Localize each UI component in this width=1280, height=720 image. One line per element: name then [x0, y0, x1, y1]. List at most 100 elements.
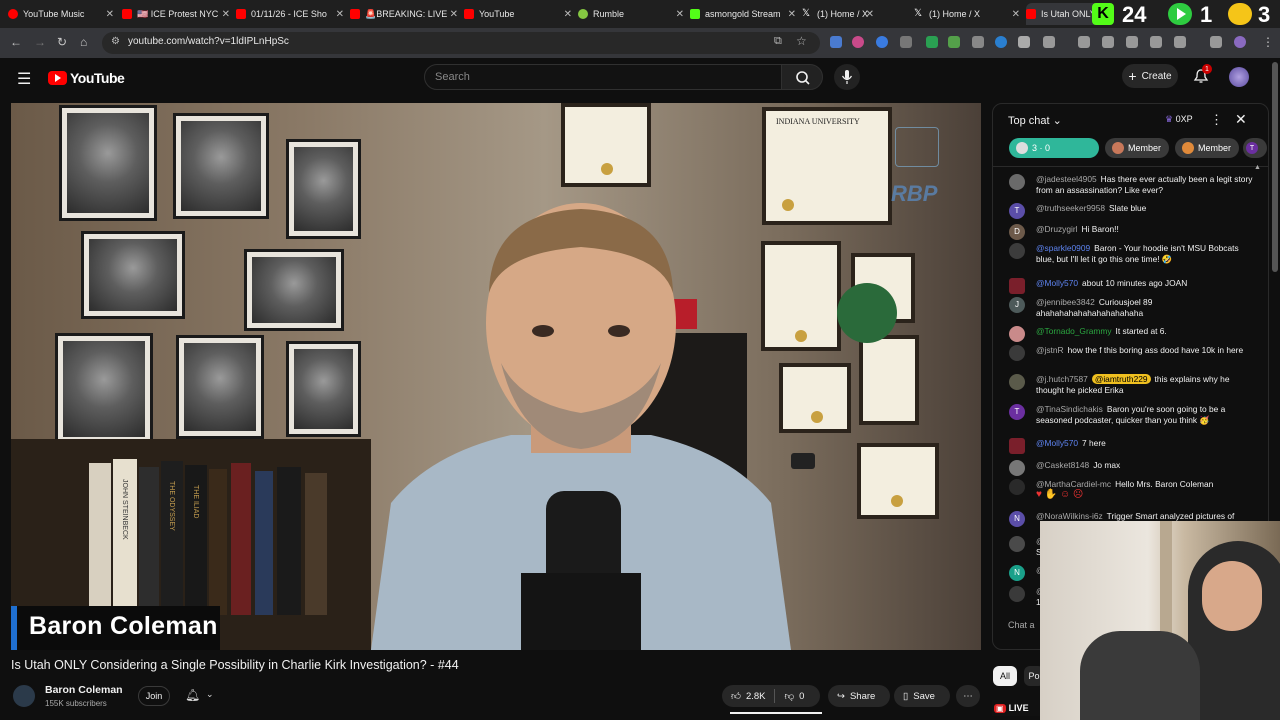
close-icon[interactable]: ✕: [336, 9, 344, 20]
browser-tab[interactable]: 𝕏 (1) Home / X ✕: [914, 3, 1024, 25]
video-player[interactable]: INDIANA UNIVERSITY RBP JOHN STEINBECK TH…: [11, 103, 981, 650]
avatar: [1016, 142, 1028, 154]
extension-icon[interactable]: [948, 36, 960, 48]
extension-icon[interactable]: [1018, 36, 1030, 48]
code-icon[interactable]: [1126, 36, 1138, 48]
extension-icon[interactable]: [995, 36, 1007, 48]
search-input[interactable]: Search: [424, 64, 782, 90]
history-icon[interactable]: [1078, 36, 1090, 48]
extension-icon[interactable]: [900, 36, 912, 48]
book: [231, 463, 251, 615]
sidebar-icon[interactable]: [1150, 36, 1162, 48]
browser-tab[interactable]: YouTube ✕: [464, 3, 576, 25]
site-info-icon[interactable]: ⚙: [111, 36, 120, 47]
subscribe-bell-button[interactable]: 🔔︎ ⌄: [180, 686, 226, 706]
browser-tab[interactable]: Rumble ✕: [578, 3, 688, 25]
bookmark-star-icon[interactable]: ☆: [796, 34, 807, 48]
chat-author[interactable]: @Molly570: [1036, 438, 1078, 448]
chevron-down-icon: ⌄: [206, 689, 214, 699]
search-placeholder: Search: [435, 71, 470, 83]
home-icon[interactable]: ⌂: [80, 35, 87, 49]
chat-author[interactable]: @Molly570: [1036, 278, 1078, 288]
channel-name[interactable]: Baron Coleman: [45, 684, 123, 696]
browser-tab[interactable]: 🇺🇸 ICE Protest NYC ✕: [122, 3, 234, 25]
browser-tab[interactable]: 01/11/26 - ICE Sho ✕: [236, 3, 348, 25]
puzzle-icon[interactable]: [1043, 36, 1055, 48]
share-button[interactable]: ↪ Share: [828, 685, 890, 707]
chat-author[interactable]: @Druzygirl: [1036, 224, 1078, 234]
chat-author[interactable]: @Tornado_Grammy: [1036, 326, 1112, 336]
close-icon[interactable]: ✕: [788, 9, 796, 20]
more-actions-button[interactable]: ⋯: [956, 685, 980, 707]
close-icon[interactable]: ✕: [450, 9, 458, 20]
chat-author[interactable]: @j.hutch7587: [1036, 374, 1088, 384]
like-count[interactable]: 2.8K: [746, 691, 766, 702]
menu-lines-icon[interactable]: [1210, 36, 1222, 48]
extension-icon[interactable]: [926, 36, 938, 48]
chat-author[interactable]: @jadesteel4905: [1036, 174, 1097, 184]
close-icon[interactable]: ✕: [222, 9, 230, 20]
close-icon[interactable]: ✕: [106, 9, 114, 20]
chat-author[interactable]: @TinaSindichakis: [1036, 404, 1103, 414]
thumbs-down-icon[interactable]: 👎︎: [784, 690, 794, 702]
mention-chip[interactable]: @iamtruth229: [1091, 374, 1151, 384]
chat-chip[interactable]: Member: [1105, 138, 1169, 158]
profile-avatar[interactable]: [1234, 36, 1246, 48]
create-button[interactable]: + Create: [1122, 64, 1178, 88]
close-icon[interactable]: ✕: [866, 9, 874, 20]
extension-icon[interactable]: [876, 36, 888, 48]
top-chat-dropdown[interactable]: Top chat ⌄: [1008, 114, 1062, 127]
chat-author[interactable]: @MarthaCardiel-mc: [1036, 479, 1111, 489]
close-icon[interactable]: ✕: [1012, 9, 1020, 20]
more-vert-icon[interactable]: ⋮: [1210, 112, 1223, 128]
green-cap: [837, 283, 897, 343]
forward-icon[interactable]: →: [34, 35, 46, 49]
chat-chip[interactable]: Member: [1175, 138, 1239, 158]
more-vert-icon[interactable]: ⋮: [1262, 35, 1274, 49]
save-button[interactable]: ▯ Save: [894, 685, 950, 707]
extension-icon[interactable]: [972, 36, 984, 48]
chat-author[interactable]: @NoraWilkins-i6z: [1036, 511, 1103, 521]
chat-author[interactable]: @Casket8148: [1036, 460, 1089, 470]
close-icon[interactable]: ✕: [676, 9, 684, 20]
chat-author[interactable]: @jstnR: [1036, 345, 1064, 355]
youtube-logo[interactable]: YouTube: [48, 70, 125, 86]
search-button[interactable]: [781, 64, 823, 90]
hamburger-menu-icon[interactable]: ☰: [17, 69, 31, 89]
close-icon[interactable]: ✕: [1235, 111, 1247, 128]
extension-icon[interactable]: [1102, 36, 1114, 48]
channel-avatar[interactable]: [11, 683, 37, 709]
book-title: THE ILIAD: [192, 485, 199, 519]
chat-author[interactable]: @jennibee3842: [1036, 297, 1095, 307]
page-scrollbar[interactable]: [1272, 62, 1278, 272]
notifications-button[interactable]: 1: [1192, 64, 1212, 85]
browser-tab[interactable]: 𝕏 (1) Home / X ✕: [802, 3, 912, 25]
back-icon[interactable]: ←: [10, 35, 22, 49]
lower-third-nameplate: Baron Coleman: [11, 606, 220, 650]
chat-author[interactable]: @sparkle0909: [1036, 243, 1090, 253]
extension-icon[interactable]: [852, 36, 864, 48]
x-icon: 𝕏: [802, 8, 811, 19]
address-bar[interactable]: ⚙ youtube.com/watch?v=1ldIPLnHpSc ⧉ ☆: [102, 32, 820, 54]
chat-text: about 10 minutes ago JOAN: [1082, 278, 1188, 288]
chat-input[interactable]: Chat a: [1008, 620, 1035, 630]
voice-search-button[interactable]: [834, 64, 860, 90]
account-avatar[interactable]: [1229, 67, 1249, 87]
browser-tab[interactable]: YouTube Music ✕: [8, 3, 118, 25]
extension-icon[interactable]: [830, 36, 842, 48]
chat-author[interactable]: @truthseeker9958: [1036, 203, 1105, 213]
reload-icon[interactable]: ↻: [57, 35, 67, 49]
extension-icon[interactable]: [1174, 36, 1186, 48]
chat-chip[interactable]: 3 · 0: [1009, 138, 1099, 158]
cast-icon[interactable]: ⧉: [774, 35, 782, 48]
scroll-up-icon[interactable]: ▲: [1254, 164, 1261, 171]
chat-mode-label: Top chat: [1008, 115, 1050, 127]
close-icon[interactable]: ✕: [564, 9, 572, 20]
filter-chip-all[interactable]: All: [993, 666, 1017, 686]
diploma-frame: [859, 335, 919, 425]
chat-chip[interactable]: T: [1243, 138, 1267, 158]
browser-tab[interactable]: asmongold Stream ✕: [690, 3, 800, 25]
join-button[interactable]: Join: [138, 686, 170, 706]
thumbs-up-icon[interactable]: 👍︎: [731, 690, 741, 702]
browser-tab[interactable]: 🚨BREAKING: LIVE ✕: [350, 3, 462, 25]
